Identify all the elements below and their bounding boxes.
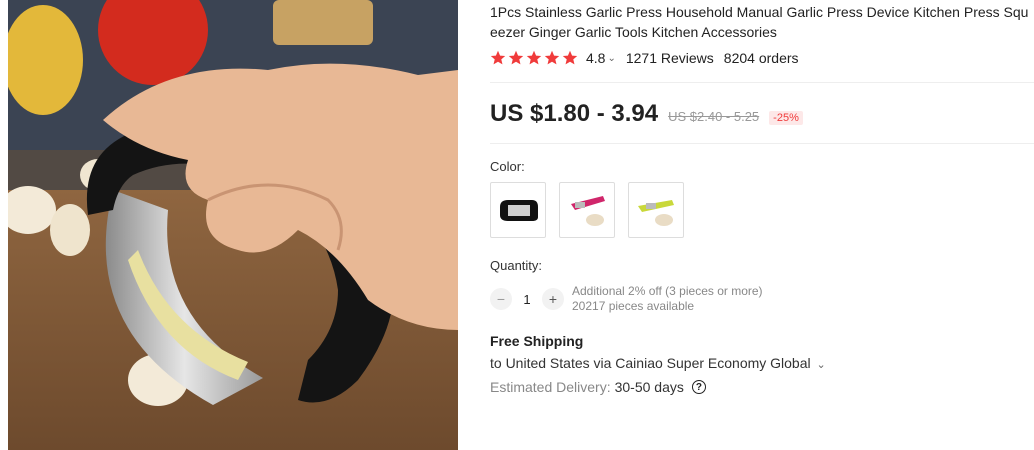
divider: [490, 143, 1034, 144]
color-label: Color:: [490, 159, 525, 174]
stock-available: 20217 pieces available: [572, 299, 695, 313]
yellow-garlic-press-icon: [638, 200, 674, 226]
discount-badge: -25%: [769, 111, 803, 125]
help-icon[interactable]: ?: [691, 380, 706, 394]
shipping-method-text: to United States via Cainiao Super Econo…: [490, 355, 811, 371]
quantity-value[interactable]: 1: [512, 292, 542, 307]
chevron-down-icon[interactable]: ⌄: [817, 359, 826, 371]
orders-count: 8204 orders: [723, 50, 799, 66]
product-photo[interactable]: [8, 0, 458, 450]
star-icon: [544, 50, 560, 65]
star-icon: [562, 50, 578, 65]
color-option-pink[interactable]: [559, 182, 615, 238]
quantity-label: Quantity:: [490, 258, 543, 273]
bulk-discount-note: Additional 2% off (3 pieces or more): [572, 284, 763, 298]
shipping-title: Free Shipping: [490, 333, 584, 349]
divider: [490, 82, 1034, 83]
black-garlic-press-icon: [500, 200, 538, 221]
current-price: US $1.80 - 3.94: [490, 100, 659, 127]
star-icon: [508, 50, 524, 65]
shipping-method[interactable]: to United States via Cainiao Super Econo…: [490, 355, 826, 371]
estimated-delivery: Estimated Delivery: 30-50 days ?: [490, 379, 706, 395]
star-icon: [490, 50, 506, 65]
decrease-button[interactable]: −: [490, 288, 512, 310]
product-info: 1Pcs Stainless Garlic Press Household Ma…: [490, 0, 1034, 450]
rating-row: 4.8 ⌄ 1271 Reviews 8204 orders: [490, 49, 799, 67]
quantity-stepper: − 1 + Additional 2% off (3 pieces or mor…: [490, 284, 763, 314]
garlic-press-photo-icon: [8, 0, 458, 450]
rating-value[interactable]: 4.8: [586, 50, 605, 66]
product-title-line1: 1Pcs Stainless Garlic Press Household Ma…: [490, 4, 1029, 20]
delivery-label: Estimated Delivery:: [490, 379, 611, 395]
chevron-down-icon[interactable]: ⌄: [607, 53, 615, 64]
product-title: 1Pcs Stainless Garlic Press Household Ma…: [490, 2, 1034, 42]
increase-button[interactable]: +: [542, 288, 564, 310]
reviews-link[interactable]: 1271 Reviews: [626, 50, 714, 66]
product-title-line2: eezer Ginger Garlic Tools Kitchen Access…: [490, 24, 777, 40]
price-row: US $1.80 - 3.94 US $2.40 - 5.25 -25%: [490, 100, 803, 128]
color-options: [490, 182, 684, 238]
original-price: US $2.40 - 5.25: [668, 109, 760, 124]
quantity-note: Additional 2% off (3 pieces or more) 202…: [572, 284, 763, 314]
color-option-black[interactable]: [490, 182, 546, 238]
delivery-days: 30-50 days: [614, 379, 684, 395]
color-option-yellow[interactable]: [628, 182, 684, 238]
star-icon: [526, 50, 542, 65]
star-rating: [490, 50, 578, 66]
pink-garlic-press-icon: [571, 196, 605, 226]
